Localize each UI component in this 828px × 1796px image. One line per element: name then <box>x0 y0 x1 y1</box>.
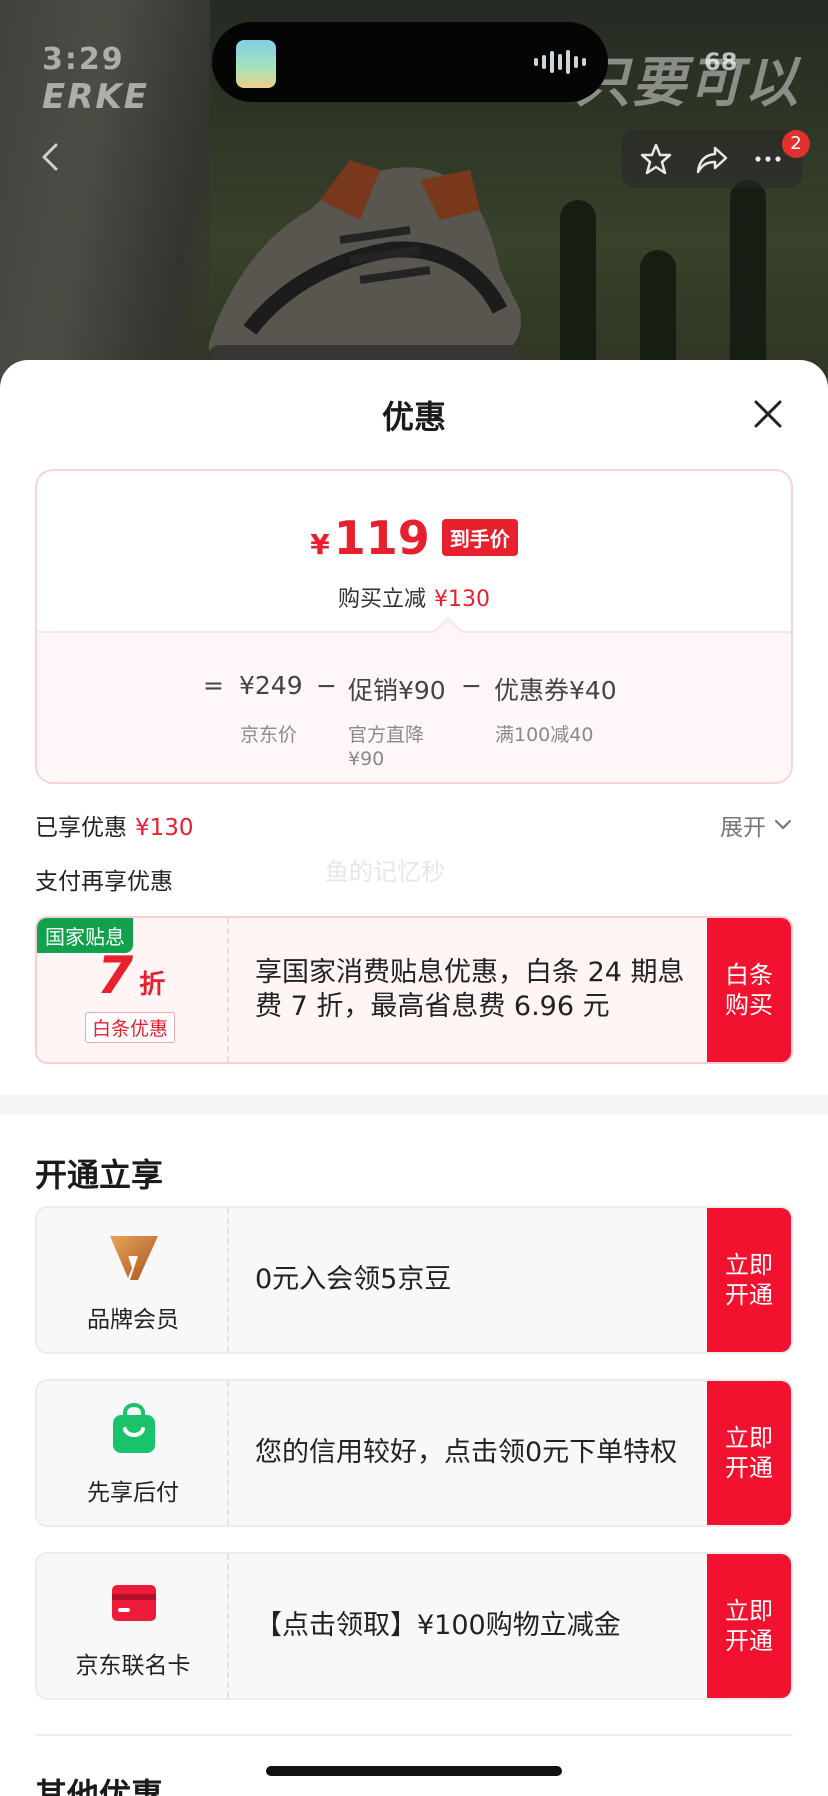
subsidy-description: 享国家消费贴息优惠，白条 24 期息费 7 折，最高省息费 6.96 元 <box>255 957 685 1022</box>
reduce-amount: ¥130 <box>434 587 490 612</box>
expand-toggle[interactable]: 展开 <box>720 808 792 842</box>
shopping-bag-icon <box>113 1403 155 1453</box>
subsidy-offer-card[interactable]: 国家贴息 7折 白条优惠 享国家消费贴息优惠，白条 24 期息费 7 折，最高省… <box>35 916 793 1064</box>
open-now-button[interactable]: 立即开通 <box>707 1208 791 1352</box>
offer-description: 【点击领取】¥100购物立减金 <box>255 1610 621 1641</box>
other-section-title: 其他优惠 <box>35 1776 164 1796</box>
offer-name: 京东联名卡 <box>75 1653 191 1679</box>
offer-left-panel: 品牌会员 <box>37 1208 229 1352</box>
brand-slogan: 只要可以 <box>576 50 800 114</box>
enjoyed-discount-row: 已享优惠 ¥130 <box>35 808 194 842</box>
back-arrow-icon[interactable] <box>36 142 66 172</box>
more-dots-icon[interactable] <box>750 141 786 177</box>
favorite-star-icon[interactable] <box>638 141 674 177</box>
chevron-down-icon <box>774 819 792 830</box>
status-time: 3:29 <box>42 42 125 77</box>
open-now-label: 立即开通 <box>725 1597 773 1655</box>
open-now-label: 立即开通 <box>725 1251 773 1309</box>
watermark-text: 鱼的记忆秒 <box>325 858 445 886</box>
open-now-label: 立即开通 <box>725 1424 773 1482</box>
divider-line <box>35 1734 793 1736</box>
notification-badge: 2 <box>782 130 810 158</box>
brand-member-offer[interactable]: 品牌会员 0元入会领5京豆 立即开通 <box>35 1206 793 1354</box>
reduce-row: 购买立减 ¥130 <box>37 581 791 613</box>
promo-amount: 促销¥90 <box>348 676 446 705</box>
baitiao-buy-label: 白条购买 <box>725 961 773 1019</box>
promo-caption-line1: 官方直降 <box>348 724 425 746</box>
minus-sign: − <box>316 671 337 700</box>
offer-name: 先享后付 <box>87 1480 179 1506</box>
battery-level: 68 <box>704 48 738 76</box>
discount-sheet: 优惠 ¥ 119 到手价 购买立减 ¥130 = ¥249 − 促销¥90 − 优… <box>0 360 828 1796</box>
offer-left-panel: 先享后付 <box>37 1381 229 1525</box>
co-branded-card-offer[interactable]: 京东联名卡 【点击领取】¥100购物立减金 立即开通 <box>35 1552 793 1700</box>
base-price: ¥249 <box>239 671 303 700</box>
base-price-caption: 京东价 <box>240 724 298 746</box>
open-now-button[interactable]: 立即开通 <box>707 1554 791 1698</box>
discount-number: 7 <box>97 946 134 1006</box>
reduce-label: 购买立减 <box>337 587 426 612</box>
section-divider <box>0 1095 828 1115</box>
discount-unit: 折 <box>139 970 166 1000</box>
brand-v-logo-icon <box>110 1236 158 1280</box>
enjoyed-amount: ¥130 <box>135 815 194 841</box>
open-section-title: 开通立享 <box>35 1156 164 1194</box>
sheet-title: 优惠 <box>381 398 446 436</box>
minus-sign: − <box>461 671 482 700</box>
currency-symbol: ¥ <box>310 528 330 561</box>
open-now-button[interactable]: 立即开通 <box>707 1381 791 1525</box>
close-icon[interactable] <box>752 398 784 430</box>
home-indicator[interactable] <box>266 1766 562 1776</box>
offer-left-panel: 京东联名卡 <box>37 1554 229 1698</box>
baitiao-tag: 白条优惠 <box>85 1012 176 1043</box>
offer-description: 0元入会领5京豆 <box>255 1264 452 1295</box>
promo-caption-line2: ¥90 <box>348 748 385 770</box>
brand-logo: 3:29 ERKE <box>42 42 172 117</box>
subsidy-left-panel: 国家贴息 7折 白条优惠 <box>37 918 229 1062</box>
equals-sign: = <box>203 671 224 700</box>
final-price-tag: 到手价 <box>441 519 518 556</box>
top-action-bar <box>622 130 802 188</box>
share-icon[interactable] <box>694 141 730 177</box>
pay-later-offer[interactable]: 先享后付 您的信用较好，点击领0元下单特权 立即开通 <box>35 1379 793 1527</box>
promo-caption: 官方直降 ¥90 <box>348 723 424 771</box>
credit-card-icon <box>112 1585 156 1621</box>
app-thumbnail-icon <box>236 40 276 88</box>
coupon-caption: 满100减40 <box>495 724 594 746</box>
pay-more-label: 支付再享优惠 <box>35 869 173 895</box>
coupon-amount: 优惠券¥40 <box>494 676 617 705</box>
final-price-row: ¥ 119 到手价 <box>37 511 791 565</box>
offer-name: 品牌会员 <box>87 1307 179 1333</box>
expand-label: 展开 <box>720 815 766 841</box>
audio-wave-icon <box>534 50 586 74</box>
baitiao-buy-button[interactable]: 白条购买 <box>707 918 791 1062</box>
price-breakdown-card: ¥ 119 到手价 购买立减 ¥130 = ¥249 − 促销¥90 − 优惠券¥… <box>35 469 793 784</box>
offer-description: 您的信用较好，点击领0元下单特权 <box>255 1437 678 1468</box>
brand-logo-text: ERKE <box>42 77 149 117</box>
enjoyed-label: 已享优惠 <box>35 815 127 841</box>
final-price: 119 <box>333 511 430 565</box>
dynamic-island <box>212 22 608 102</box>
discount-rate: 7折 <box>97 946 165 1006</box>
